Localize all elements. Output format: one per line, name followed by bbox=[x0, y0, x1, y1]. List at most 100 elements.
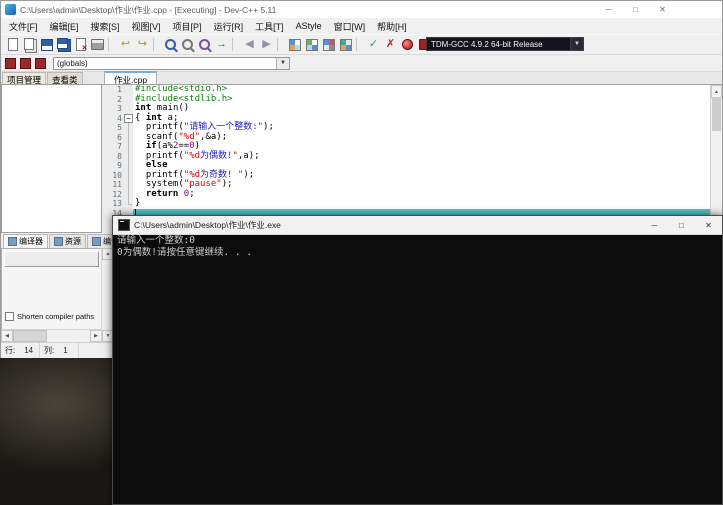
report-panel: 编译器资源编译日志 Shorten compiler paths ◀ ▶ ▲ ▼ bbox=[1, 233, 114, 342]
code-text: system("pause"); bbox=[135, 179, 233, 189]
main-toolbar-icons: ↩ ↪ → ◀ ▶ ✓ ✗ bbox=[4, 37, 433, 53]
scrollbar-thumb[interactable] bbox=[13, 330, 47, 342]
new-source-button[interactable] bbox=[4, 37, 21, 53]
menu-window[interactable]: 窗口[W] bbox=[328, 18, 372, 35]
code-line[interactable]: 12 return 0; bbox=[102, 189, 722, 199]
forward-button[interactable]: ▶ bbox=[258, 37, 275, 53]
line-number[interactable]: 8 bbox=[102, 151, 124, 161]
close-file-icon bbox=[75, 38, 88, 52]
new-project-button[interactable] bbox=[286, 37, 303, 53]
tab-resources[interactable]: 资源 bbox=[49, 234, 86, 248]
menu-search[interactable]: 搜索[S] bbox=[85, 18, 126, 35]
line-number[interactable]: 2 bbox=[102, 94, 124, 104]
console-close-button[interactable]: ✕ bbox=[695, 216, 722, 234]
code-line[interactable]: 2 #include<stdlib.h> bbox=[102, 94, 722, 104]
line-number[interactable]: 10 bbox=[102, 170, 124, 180]
debug-button[interactable] bbox=[399, 37, 416, 53]
goto-line-button[interactable]: → bbox=[213, 37, 230, 53]
scroll-left-icon[interactable]: ◀ bbox=[1, 330, 13, 342]
compiler-output-area[interactable]: Shorten compiler paths bbox=[1, 248, 102, 330]
main-toolbar: ↩ ↪ → ◀ ▶ ✓ ✗ TDM-GCC 4.9.2 64-bit Release ▼ bbox=[1, 34, 722, 55]
menu-project[interactable]: 项目[P] bbox=[167, 18, 208, 35]
app-icon bbox=[5, 4, 16, 15]
code-line[interactable]: 11 system("pause"); bbox=[102, 179, 722, 190]
menu-edit[interactable]: 编辑[E] bbox=[44, 18, 85, 35]
menu-view[interactable]: 视图[V] bbox=[126, 18, 167, 35]
menu-run[interactable]: 运行[R] bbox=[208, 18, 250, 35]
maximize-button[interactable]: □ bbox=[622, 2, 649, 17]
compile-button[interactable] bbox=[337, 37, 354, 53]
console-minimize-button[interactable]: ─ bbox=[641, 216, 668, 234]
menu-help[interactable]: 帮助[H] bbox=[371, 18, 413, 35]
menu-file[interactable]: 文件[F] bbox=[3, 18, 44, 35]
report-horizontal-scrollbar[interactable]: ◀ ▶ bbox=[1, 329, 102, 342]
find-in-files-icon bbox=[182, 39, 193, 50]
line-number[interactable]: 12 bbox=[102, 189, 124, 199]
remove-file-icon bbox=[305, 38, 318, 51]
toolbar-separator bbox=[356, 38, 363, 51]
code-editor[interactable]: 1 #include<stdio.h> 2 #include<stdlib.h> 3 in… bbox=[102, 84, 722, 233]
fold-collapse-icon[interactable] bbox=[124, 113, 133, 123]
line-number[interactable]: 7 bbox=[102, 142, 124, 152]
class-browser-combobox[interactable]: (globals) ▼ bbox=[53, 56, 290, 70]
code-line[interactable]: 13} bbox=[102, 198, 722, 209]
line-number[interactable]: 6 bbox=[102, 132, 124, 142]
chevron-down-icon[interactable]: ▼ bbox=[570, 38, 583, 50]
line-number[interactable]: 11 bbox=[102, 180, 124, 190]
chevron-down-icon[interactable]: ▼ bbox=[276, 57, 289, 69]
window-title: C:\Users\admin\Desktop\作业\作业.cpp - [Exec… bbox=[20, 4, 277, 15]
line-number[interactable]: 5 bbox=[102, 123, 124, 133]
editor-vertical-scrollbar[interactable]: ▲ ▼ bbox=[710, 85, 722, 233]
redo-button[interactable]: ↪ bbox=[134, 37, 151, 53]
find-button[interactable] bbox=[162, 37, 179, 53]
menu-astyle[interactable]: AStyle bbox=[290, 19, 328, 33]
menu-tools[interactable]: 工具[T] bbox=[249, 18, 290, 35]
line-number[interactable]: 9 bbox=[102, 161, 124, 171]
close-file-button[interactable] bbox=[72, 37, 89, 53]
tab-compiler-icon bbox=[8, 237, 17, 246]
stop-execution-button[interactable]: ✗ bbox=[382, 37, 399, 53]
code-text: scanf("%d",&a); bbox=[135, 131, 228, 142]
line-number[interactable]: 13 bbox=[102, 199, 124, 209]
line-number[interactable]: 4 bbox=[102, 113, 124, 123]
scrollbar-thumb[interactable] bbox=[712, 97, 721, 131]
project-manager-panel[interactable] bbox=[1, 84, 102, 233]
compile-run-button[interactable]: ✓ bbox=[365, 37, 382, 53]
save-button[interactable] bbox=[38, 37, 55, 53]
title-bar[interactable]: C:\Users\admin\Desktop\作业\作业.cpp - [Exec… bbox=[1, 1, 722, 18]
line-number[interactable]: 3 bbox=[102, 104, 124, 114]
close-button[interactable]: ✕ bbox=[649, 2, 676, 17]
find-in-files-button[interactable] bbox=[179, 37, 196, 53]
window-controls: ─ □ ✕ bbox=[595, 2, 676, 17]
tab-compiler[interactable]: 编译器 bbox=[3, 234, 48, 248]
goto-bookmark-button[interactable] bbox=[34, 57, 47, 70]
open-file-button[interactable] bbox=[21, 37, 38, 53]
scrollbar-track[interactable] bbox=[47, 330, 90, 342]
remove-file-button[interactable] bbox=[303, 37, 320, 53]
class-toolbar: (globals) ▼ bbox=[1, 55, 722, 72]
code-line[interactable]: 3 int main() bbox=[102, 103, 722, 114]
code-line[interactable]: 8 printf("%d为偶数!",a); bbox=[102, 151, 722, 161]
undo-button[interactable]: ↩ bbox=[117, 37, 134, 53]
line-number[interactable]: 1 bbox=[102, 85, 124, 95]
new-unit-button[interactable] bbox=[4, 57, 17, 70]
status-line-label: 行: bbox=[5, 346, 16, 355]
code-area[interactable]: 1 #include<stdio.h> 2 #include<stdlib.h> 3 in… bbox=[102, 85, 722, 218]
fold-column bbox=[124, 94, 133, 104]
compiler-profile-value: TDM-GCC 4.9.2 64-bit Release bbox=[431, 39, 543, 49]
toggle-bookmark-button[interactable] bbox=[19, 57, 32, 70]
redo-icon: ↪ bbox=[137, 38, 148, 50]
back-button[interactable]: ◀ bbox=[241, 37, 258, 53]
save-all-button[interactable] bbox=[55, 37, 72, 53]
minimize-button[interactable]: ─ bbox=[595, 2, 622, 17]
console-title-bar[interactable]: C:\Users\admin\Desktop\作业\作业.exe ─ □ ✕ bbox=[113, 216, 722, 235]
replace-button[interactable] bbox=[196, 37, 213, 53]
compiler-profile-combobox[interactable]: TDM-GCC 4.9.2 64-bit Release ▼ bbox=[426, 37, 584, 51]
new-project-icon bbox=[288, 38, 301, 51]
tab-compile-log[interactable]: 编译日志 bbox=[87, 234, 114, 248]
print-button[interactable] bbox=[89, 37, 106, 53]
console-maximize-button[interactable]: □ bbox=[668, 216, 695, 234]
print-icon bbox=[91, 39, 104, 50]
shorten-paths-checkbox[interactable] bbox=[5, 312, 14, 321]
project-options-button[interactable] bbox=[320, 37, 337, 53]
